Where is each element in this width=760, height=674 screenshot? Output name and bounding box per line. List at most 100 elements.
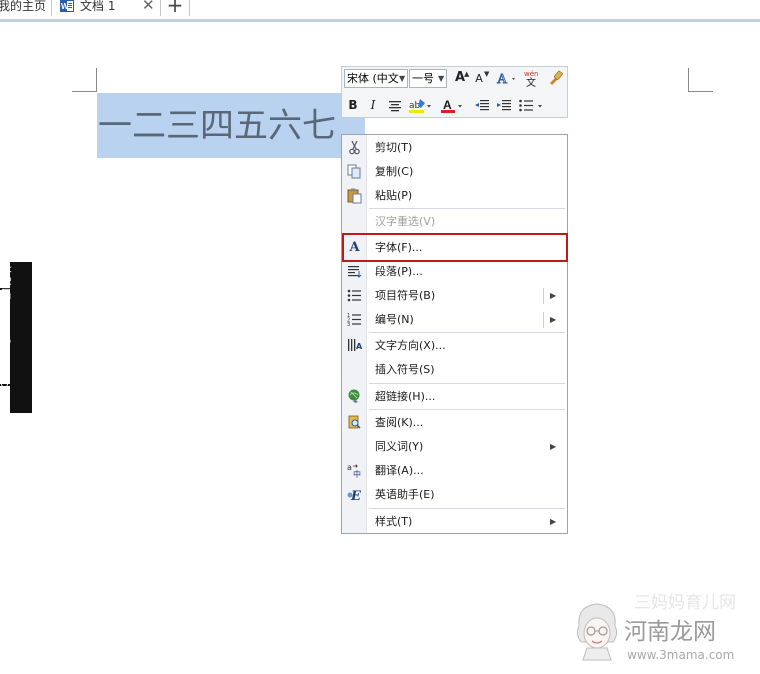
- menu-separator: [369, 508, 565, 509]
- menu-item-label: 翻译(A)...: [375, 464, 424, 477]
- faded-watermark-text: 三妈妈育儿网: [634, 593, 736, 613]
- research-icon: [348, 415, 361, 429]
- menu-item-insert-symbol[interactable]: 插入符号(S): [342, 358, 567, 382]
- svg-text:3: 3: [347, 322, 350, 328]
- svg-text:a: a: [347, 463, 352, 472]
- copy-icon: [347, 164, 361, 179]
- word-document-icon: W: [60, 0, 74, 12]
- menu-item-paragraph[interactable]: 段落(P)...: [342, 260, 567, 284]
- menu-item-label: 文字方向(X)...: [375, 339, 446, 352]
- menu-item-paste[interactable]: 粘贴(P): [342, 184, 567, 208]
- svg-text:中: 中: [353, 469, 361, 479]
- menu-item-translate[interactable]: a 中 翻译(A)...: [342, 459, 567, 483]
- menu-item-label: 编号(N): [375, 313, 414, 326]
- menu-item-cut[interactable]: 剪切(T): [342, 136, 567, 160]
- menu-item-research[interactable]: 查阅(K)...: [342, 411, 567, 435]
- menu-item-label: 英语助手(E): [375, 488, 435, 501]
- submenu-arrow-icon: ▶: [550, 517, 557, 526]
- split-divider: [543, 312, 544, 328]
- svg-text:A: A: [443, 98, 452, 112]
- tab-divider: [51, 0, 52, 16]
- submenu-arrow-icon: ▶: [550, 442, 557, 451]
- english-assistant-icon: E: [347, 489, 362, 503]
- menu-item-label: 段落(P)...: [375, 265, 423, 278]
- menu-item-bullets[interactable]: 项目符号(B) ▶: [342, 284, 567, 308]
- watermark-url: www.3mama.com: [627, 648, 735, 662]
- close-icon[interactable]: ✕: [142, 0, 155, 13]
- decrease-indent-icon[interactable]: [474, 98, 490, 114]
- grow-arrow-icon: ▲: [464, 70, 470, 78]
- mini-toolbar: 宋体 (中文 ▼ 一号 ▼ A ▲ A ▼ A wén 文 B I ab A: [341, 66, 568, 118]
- menu-item-label: 复制(C): [375, 165, 414, 178]
- font-item-highlight-box: [342, 233, 568, 262]
- chevron-down-icon: ▼: [399, 74, 406, 83]
- italic-button[interactable]: I: [366, 97, 380, 113]
- context-menu: 剪切(T) 复制(C) 粘贴(P) 汉字重选(V) A 字体(F)... 段落(…: [341, 134, 568, 534]
- menu-item-label: 样式(T): [375, 515, 413, 528]
- cut-icon: [349, 140, 360, 155]
- tab-divider: [189, 0, 190, 16]
- menu-item-numbering[interactable]: 1 2 3 编号(N) ▶: [342, 308, 567, 332]
- text-effect-icon[interactable]: A: [496, 70, 518, 86]
- page-corner-mark: [72, 91, 97, 92]
- menu-item-label: 同义词(Y): [375, 440, 424, 453]
- chevron-down-icon: ▼: [438, 74, 445, 83]
- menu-item-hyperlink[interactable]: 超链接(H)...: [342, 385, 567, 409]
- bullet-list-icon[interactable]: [518, 98, 544, 114]
- submenu-arrow-icon[interactable]: ▶: [550, 312, 556, 327]
- menu-item-label: 超链接(H)...: [375, 390, 436, 403]
- menu-item-styles[interactable]: 样式(T) ▶: [342, 510, 567, 534]
- tab-divider: [160, 0, 161, 16]
- menu-separator: [369, 332, 565, 333]
- document-text[interactable]: 一二三四五六七: [98, 100, 336, 152]
- menu-separator: [369, 208, 565, 209]
- menu-item-reselect-hanzi: 汉字重选(V): [342, 210, 567, 234]
- hyperlink-icon: [348, 389, 360, 403]
- tab-home[interactable]: 我的主页: [0, 0, 46, 13]
- font-color-icon[interactable]: A: [440, 97, 466, 115]
- svg-text:文: 文: [526, 76, 536, 87]
- menu-item-label: 粘贴(P): [375, 189, 413, 202]
- submenu-arrow-icon[interactable]: ▶: [550, 288, 556, 303]
- tab-document-1[interactable]: 文档 1: [80, 0, 115, 13]
- page-corner-mark: [688, 68, 689, 91]
- menu-separator: [369, 409, 565, 410]
- format-painter-icon[interactable]: [547, 69, 564, 86]
- menu-item-label: 查阅(K)...: [375, 416, 424, 429]
- bold-button[interactable]: B: [346, 97, 360, 113]
- menu-item-text-direction[interactable]: A 文字方向(X)...: [342, 334, 567, 358]
- menu-item-label: 汉字重选(V): [375, 215, 436, 228]
- menu-item-thesaurus[interactable]: 同义词(Y) ▶: [342, 435, 567, 459]
- menu-item-copy[interactable]: 复制(C): [342, 160, 567, 184]
- menu-separator: [369, 383, 565, 384]
- brand-watermark: 河南龙网: [624, 619, 716, 645]
- page-corner-mark: [96, 68, 97, 91]
- highlight-color-icon[interactable]: ab: [408, 97, 434, 115]
- font-name-value: 宋体 (中文: [347, 72, 399, 85]
- page-corner-mark: [688, 91, 713, 92]
- numbering-icon: 1 2 3: [347, 313, 361, 328]
- menu-item-english-assistant[interactable]: E 英语助手(E): [342, 483, 567, 507]
- phonetic-guide-icon[interactable]: wén 文: [523, 69, 543, 87]
- tab-bar: 我的主页 W 文档 1 ✕ +: [0, 0, 760, 19]
- mascot-logo-icon: [576, 603, 618, 661]
- split-divider: [543, 288, 544, 304]
- increase-indent-icon[interactable]: [496, 98, 512, 114]
- paragraph-icon: [348, 266, 362, 278]
- align-center-icon[interactable]: [388, 99, 402, 113]
- menu-item-label: 插入符号(S): [375, 363, 435, 376]
- menu-item-label: 项目符号(B): [375, 289, 436, 302]
- bullets-icon: [347, 289, 361, 302]
- paste-icon: [347, 188, 362, 204]
- side-watermark-label: 放肆吧/www.fun48.com: [0, 262, 32, 413]
- add-tab-button[interactable]: +: [164, 0, 186, 15]
- side-watermark-text: 放肆吧/www.fun48.com: [0, 264, 12, 402]
- translate-icon: a 中: [347, 463, 361, 479]
- font-size-value: 一号: [412, 72, 434, 85]
- svg-text:A: A: [356, 342, 363, 351]
- svg-text:A: A: [497, 72, 508, 86]
- shrink-arrow-icon: ▼: [484, 70, 490, 78]
- text-direction-icon: A: [348, 339, 363, 351]
- menu-item-label: 剪切(T): [375, 141, 413, 154]
- tab-bar-underline: [0, 19, 760, 22]
